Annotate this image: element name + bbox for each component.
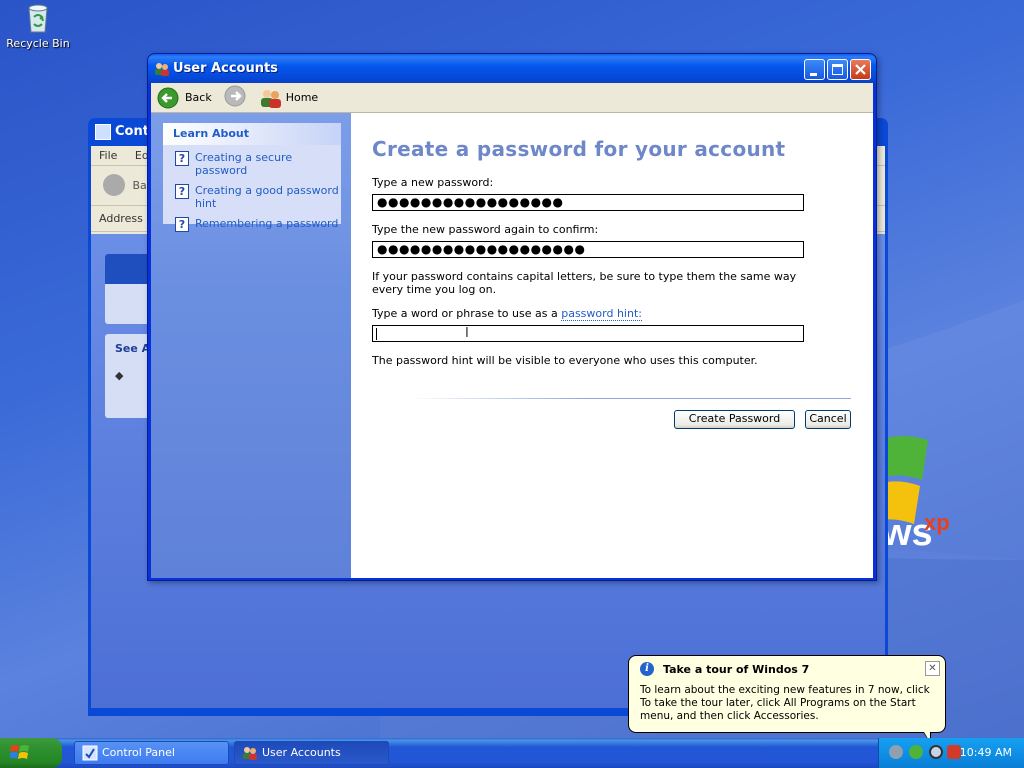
recycle-bin-icon	[22, 2, 54, 34]
window-title: User Accounts	[173, 61, 278, 76]
create-password-button[interactable]: Create Password	[674, 410, 795, 429]
minimize-button[interactable]	[804, 59, 825, 80]
taskbar-item-label: User Accounts	[262, 746, 341, 759]
password-hint-link[interactable]: password hint:	[561, 307, 642, 321]
recycle-bin-label: Recycle Bin	[6, 37, 70, 50]
task-pane: Learn About ? Creating a secure password…	[151, 113, 351, 578]
password-form: Create a password for your account Type …	[351, 113, 873, 578]
taskbar-item-user-accounts[interactable]: User Accounts	[234, 741, 389, 765]
back-button[interactable]: Back	[157, 87, 212, 109]
user-accounts-window[interactable]: User Accounts Back Home Learn About ? Cr…	[147, 53, 877, 581]
user-accounts-icon	[155, 63, 169, 76]
learn-item-label: Remembering a password	[195, 217, 339, 230]
new-password-field[interactable]: ●●●●●●●●●●●●●●●●●	[372, 194, 804, 211]
svg-text:ws: ws	[881, 512, 933, 554]
help-icon: ?	[175, 151, 189, 166]
learn-item-remembering[interactable]: ? Remembering a password	[163, 217, 341, 232]
home-button[interactable]: Home	[260, 87, 318, 109]
hint-label-text: Type a word or phrase to use as a	[372, 307, 558, 320]
capital-letters-note: If your password contains capital letter…	[372, 270, 797, 296]
learn-item-secure-password[interactable]: ? Creating a secure password	[163, 151, 341, 177]
control-panel-icon	[82, 745, 98, 761]
learn-about-heading: Learn About	[163, 123, 341, 145]
page-title: Create a password for your account	[372, 137, 786, 161]
start-button[interactable]	[0, 738, 62, 768]
hint-label: Type a word or phrase to use as a passwo…	[372, 307, 642, 321]
learn-item-password-hint[interactable]: ? Creating a good password hint	[163, 184, 341, 210]
close-icon	[855, 64, 866, 75]
windows-logo-icon	[9, 745, 29, 759]
ibeam-cursor-icon: I	[465, 326, 470, 341]
system-tray: 10:49 AM	[878, 738, 1024, 768]
tour-balloon-tip[interactable]: i Take a tour of Windos 7 ✕ To learn abo…	[628, 655, 946, 744]
confirm-password-field[interactable]: ●●●●●●●●●●●●●●●●●●●	[372, 241, 804, 258]
help-icon: ?	[175, 217, 189, 232]
back-arrow-icon	[157, 87, 179, 108]
menu-file[interactable]: File	[99, 149, 117, 162]
tray-tour-icon[interactable]	[929, 745, 943, 759]
window-titlebar[interactable]: User Accounts	[148, 54, 876, 83]
help-icon: ?	[175, 184, 189, 199]
svg-text:xp: xp	[924, 510, 950, 535]
info-icon: i	[640, 662, 654, 676]
back-label: Back	[185, 91, 212, 104]
maximize-button[interactable]	[827, 59, 848, 80]
forward-button[interactable]	[224, 85, 246, 110]
clock: 10:49 AM	[959, 746, 1012, 759]
learn-item-label: Creating a good password hint	[195, 184, 339, 210]
maximize-icon	[832, 64, 843, 75]
hint-visibility-note: The password hint will be visible to eve…	[372, 354, 758, 367]
forward-arrow-icon	[224, 85, 246, 107]
tray-update-icon[interactable]	[909, 745, 923, 759]
cancel-button[interactable]: Cancel	[805, 410, 851, 429]
text-caret	[376, 328, 377, 340]
minimize-icon	[810, 73, 817, 76]
new-password-label: Type a new password:	[372, 176, 494, 189]
taskbar-item-label: Control Panel	[102, 746, 175, 759]
user-accounts-icon	[242, 745, 258, 761]
window-client-area: Learn About ? Creating a secure password…	[151, 113, 873, 578]
tray-network-icon[interactable]	[889, 745, 903, 759]
address-label: Address	[99, 212, 143, 225]
taskbar: Control Panel User Accounts 10:49 AM	[0, 738, 1024, 768]
recycle-bin-desktop-icon[interactable]: Recycle Bin	[6, 2, 70, 50]
balloon-close-icon[interactable]: ✕	[925, 661, 940, 676]
taskbar-item-control-panel[interactable]: Control Panel	[74, 741, 229, 765]
balloon-body: To learn about the exciting new features…	[640, 684, 930, 722]
navigation-bar: Back Home	[151, 83, 873, 113]
form-divider	[409, 398, 851, 399]
balloon-title: Take a tour of Windos 7	[663, 662, 810, 676]
learn-item-label: Creating a secure password	[195, 151, 293, 177]
password-hint-field[interactable]: I	[372, 325, 804, 342]
control-panel-icon	[95, 124, 111, 140]
learn-about-box: Learn About ? Creating a secure password…	[163, 123, 341, 232]
home-label: Home	[285, 91, 319, 104]
close-button[interactable]	[850, 59, 871, 80]
back-arrow-icon[interactable]	[103, 174, 125, 196]
confirm-password-label: Type the new password again to confirm:	[372, 223, 599, 236]
home-users-icon	[260, 89, 281, 108]
see-also-label: See A	[115, 342, 151, 355]
